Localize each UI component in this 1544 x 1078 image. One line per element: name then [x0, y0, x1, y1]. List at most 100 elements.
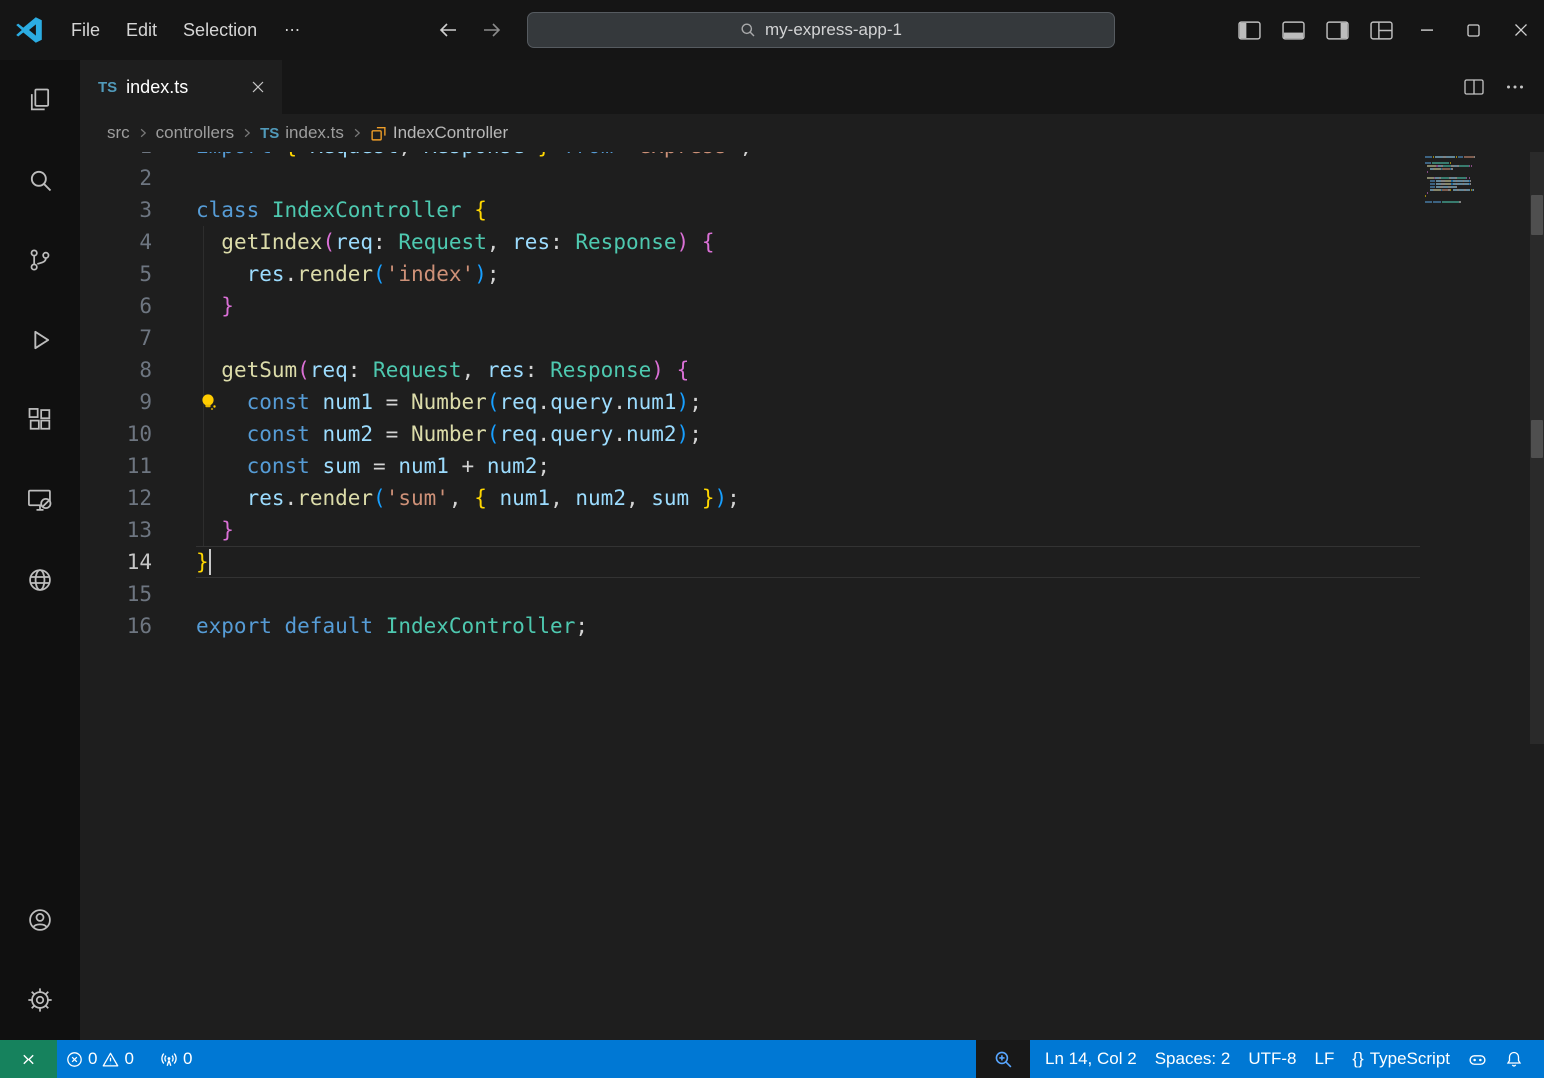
error-icon [66, 1051, 83, 1068]
customize-layout-button[interactable] [1359, 0, 1403, 60]
encoding-status[interactable]: UTF-8 [1239, 1049, 1305, 1069]
activity-explorer-button[interactable] [0, 60, 80, 140]
activity-settings-button[interactable] [0, 960, 80, 1040]
line-number-15: 15 [80, 578, 152, 610]
settings-gear-icon [26, 986, 54, 1014]
maximize-button[interactable] [1450, 0, 1497, 60]
tab-index-ts[interactable]: TS index.ts [80, 60, 282, 114]
close-icon [1514, 23, 1528, 37]
github-icon [26, 566, 54, 594]
vscode-logo [0, 0, 58, 60]
activity-accounts-button[interactable] [0, 880, 80, 960]
code-line-9[interactable]: const num1 = Number(req.query.num1); [196, 386, 1424, 418]
accounts-icon [26, 906, 54, 934]
remote-explorer-icon [26, 486, 54, 514]
code-line-16[interactable]: export default IndexController; [196, 610, 1424, 642]
tab-close-button[interactable] [246, 75, 270, 99]
line-number-4: 4 [80, 226, 152, 258]
code-line-8[interactable]: getSum(req: Request, res: Response) { [196, 354, 1424, 386]
search-activity-icon [26, 166, 54, 194]
breadcrumb: src controllers TS index.ts IndexControl… [80, 114, 1544, 152]
remote-icon [20, 1052, 37, 1067]
minimize-button[interactable] [1403, 0, 1450, 60]
toggle-sidebar-button[interactable] [1227, 0, 1271, 60]
code-line-12[interactable]: res.render('sum', { num1, num2, sum }); [196, 482, 1424, 514]
explorer-icon [26, 86, 54, 114]
breadcrumb-src[interactable]: src [107, 123, 130, 143]
activity-github-button[interactable] [0, 540, 80, 620]
search-icon [740, 22, 756, 38]
activity-run-debug-button[interactable] [0, 300, 80, 380]
chevron-right-icon [351, 127, 363, 139]
line-number-3: 3 [80, 194, 152, 226]
remote-indicator[interactable] [0, 1040, 57, 1078]
line-number-11: 11 [80, 450, 152, 482]
zoom-indicator[interactable] [976, 1040, 1030, 1078]
breadcrumb-index-ts[interactable]: TS index.ts [260, 123, 344, 143]
activity-source-control-button[interactable] [0, 220, 80, 300]
code-line-15[interactable] [196, 578, 1424, 610]
tab-label: index.ts [126, 77, 188, 98]
lightbulb-icon[interactable] [199, 392, 219, 412]
language-status[interactable]: {} TypeScript [1343, 1049, 1459, 1069]
code-line-5[interactable]: res.render('index'); [196, 258, 1424, 290]
problems-status[interactable]: 0 0 [57, 1040, 143, 1078]
code-line-10[interactable]: const num2 = Number(req.query.num2); [196, 418, 1424, 450]
customize-layout-icon [1370, 21, 1393, 40]
indentation-status[interactable]: Spaces: 2 [1146, 1049, 1240, 1069]
code-line-14[interactable]: } [196, 546, 1424, 578]
menu-more-button[interactable]: ⋯ [270, 20, 314, 40]
command-center-label: my-express-app-1 [765, 20, 902, 40]
line-number-1: 1 [80, 152, 152, 162]
line-number-13: 13 [80, 514, 152, 546]
menu-selection[interactable]: Selection [170, 0, 270, 60]
eol-status[interactable]: LF [1305, 1049, 1343, 1069]
code-line-6[interactable]: } [196, 290, 1424, 322]
split-editor-icon [1464, 79, 1484, 95]
activity-extensions-button[interactable] [0, 380, 80, 460]
title-bar: File Edit Selection ⋯ my-express-app-1 [0, 0, 1544, 60]
code-line-7[interactable] [196, 322, 1424, 354]
braces-icon: {} [1352, 1049, 1363, 1069]
maximize-icon [1467, 24, 1480, 37]
minimap[interactable] [1425, 156, 1525, 204]
command-center-search[interactable]: my-express-app-1 [527, 12, 1115, 48]
line-number-7: 7 [80, 322, 152, 354]
ts-file-icon: TS [260, 125, 279, 142]
copilot-icon [1468, 1050, 1487, 1069]
code-line-4[interactable]: getIndex(req: Request, res: Response) { [196, 226, 1424, 258]
toggle-secondary-sidebar-button[interactable] [1315, 0, 1359, 60]
code-line-13[interactable]: } [196, 514, 1424, 546]
ports-count: 0 [183, 1049, 192, 1069]
warning-icon [102, 1051, 119, 1068]
line-number-2: 2 [80, 162, 152, 194]
cursor-position-status[interactable]: Ln 14, Col 2 [1036, 1049, 1146, 1069]
breadcrumb-controllers[interactable]: controllers [156, 123, 234, 143]
code-line-3[interactable]: class IndexController { [196, 194, 1424, 226]
menu-file[interactable]: File [58, 0, 113, 60]
activity-remote-explorer-button[interactable] [0, 460, 80, 540]
editor-more-button[interactable] [1506, 84, 1524, 90]
line-number-12: 12 [80, 482, 152, 514]
layout-sidebar-icon [1238, 21, 1261, 40]
code-line-11[interactable]: const sum = num1 + num2; [196, 450, 1424, 482]
editor-viewport[interactable]: 12345678910111213141516 import { Request… [80, 152, 1544, 1040]
line-number-5: 5 [80, 258, 152, 290]
code-line-1[interactable]: import { Request, Response } from 'expre… [196, 152, 1424, 162]
overview-ruler-mark [1531, 420, 1543, 458]
ports-status[interactable]: 0 [151, 1040, 201, 1078]
close-button[interactable] [1497, 0, 1544, 60]
overview-ruler-mark [1531, 195, 1543, 235]
toggle-panel-button[interactable] [1271, 0, 1315, 60]
editor-scrollbar[interactable] [1530, 152, 1544, 1040]
copilot-status[interactable] [1459, 1050, 1496, 1069]
forward-button[interactable] [478, 16, 506, 44]
notifications-bell[interactable] [1496, 1050, 1532, 1068]
split-editor-button[interactable] [1464, 79, 1484, 95]
menu-edit[interactable]: Edit [113, 0, 170, 60]
breadcrumb-indexcontroller[interactable]: IndexController [370, 123, 508, 143]
activity-search-button[interactable] [0, 140, 80, 220]
code-line-2[interactable] [196, 162, 1424, 194]
back-button[interactable] [434, 16, 462, 44]
activity-bar [0, 60, 80, 1040]
